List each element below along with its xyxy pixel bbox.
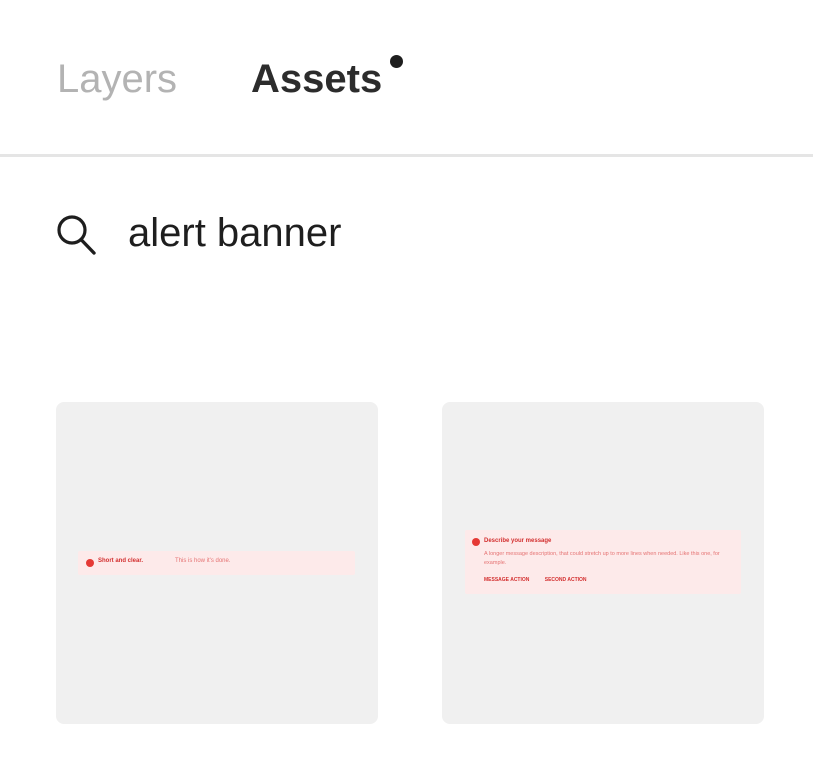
banner-secondary-action: SECOND ACTION: [544, 577, 587, 583]
error-circle-icon: [86, 559, 94, 567]
tab-layers[interactable]: Layers: [57, 57, 177, 101]
banner-primary-action: MESSAGE ACTION: [484, 577, 530, 583]
search-input[interactable]: [128, 203, 728, 263]
banner-description: A longer message description, that could…: [484, 551, 720, 566]
banner-title: Describe your message: [484, 538, 552, 544]
error-circle-icon: [472, 538, 480, 546]
assets-update-dot: [390, 55, 403, 68]
asset-card[interactable]: Describe your message A longer message d…: [442, 402, 764, 724]
banner-title: Short and clear.: [98, 558, 144, 564]
search-icon[interactable]: [54, 213, 100, 259]
asset-card[interactable]: Short and clear. This is how it's done.: [56, 402, 378, 724]
alert-banner-thumbnail: Describe your message A longer message d…: [465, 530, 741, 594]
banner-description: This is how it's done.: [175, 558, 231, 564]
panel-tabs: Layers Assets: [0, 0, 813, 155]
tabs-divider: [0, 154, 813, 157]
asset-search-bar: [0, 195, 813, 267]
tab-assets[interactable]: Assets: [251, 57, 382, 101]
banner-actions: MESSAGE ACTION SECOND ACTION: [484, 577, 601, 583]
alert-banner-thumbnail: Short and clear. This is how it's done.: [78, 551, 355, 575]
